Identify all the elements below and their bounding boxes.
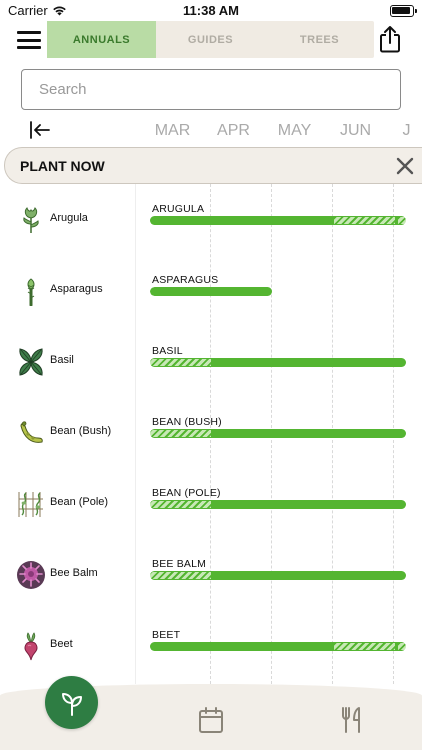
planting-bar: [150, 429, 406, 438]
plant-now-label: PLANT NOW: [20, 158, 105, 174]
plant-row-bean-bush[interactable]: Bean (Bush) BEAN (BUSH): [0, 397, 422, 468]
plant-name: Asparagus: [50, 283, 103, 295]
plant-name: Bean (Pole): [50, 496, 109, 508]
bar-segment-solid: [211, 571, 406, 580]
bee-balm-icon: [17, 561, 45, 589]
bar-segment-hatched: [398, 216, 406, 225]
bar-label: BEAN (POLE): [152, 487, 221, 499]
status-time: 11:38 AM: [183, 3, 239, 18]
plant-row-bee-balm[interactable]: Bee Balm BEE BALM: [0, 539, 422, 610]
bar-segment-hatched: [334, 642, 395, 651]
tab-trees[interactable]: TREES: [265, 21, 374, 58]
seedling-icon: [61, 692, 82, 716]
collapse-left-icon[interactable]: [29, 120, 51, 140]
fork-knife-icon[interactable]: [339, 706, 365, 734]
battery-icon: [390, 5, 417, 17]
tab-annuals[interactable]: ANNUALS: [47, 21, 156, 58]
planting-bar: [150, 571, 406, 580]
month-label: J: [402, 122, 411, 139]
month-header: MAR APR MAY JUN J: [136, 120, 422, 142]
plant-row-arugula[interactable]: Arugula ARUGULA: [0, 184, 422, 255]
bar-label: BASIL: [152, 345, 183, 357]
tab-guides[interactable]: GUIDES: [156, 21, 265, 58]
plant-row-asparagus[interactable]: Asparagus ASPARAGUS: [0, 255, 422, 326]
planting-bar: [150, 358, 406, 367]
bar-segment-solid: [150, 287, 272, 296]
bar-segment-solid: [211, 358, 406, 367]
bar-label: BEAN (BUSH): [152, 416, 222, 428]
search-input[interactable]: [21, 69, 401, 110]
month-label: MAY: [277, 122, 312, 139]
plant-name: Bean (Bush): [50, 425, 112, 437]
beet-icon: [24, 632, 38, 661]
plant-row-bean-pole[interactable]: Bean (Pole) BEAN (POLE): [0, 468, 422, 539]
status-bar: Carrier 11:38 AM: [0, 0, 422, 22]
close-icon[interactable]: [396, 157, 414, 175]
month-label: APR: [217, 122, 250, 139]
planting-bar: [150, 216, 406, 225]
plant-row-basil[interactable]: Basil BASIL: [0, 326, 422, 397]
bean-pole-icon: [18, 492, 43, 517]
hamburger-menu-icon[interactable]: [17, 29, 41, 51]
planting-bar: [150, 642, 406, 651]
bar-segment-solid: [150, 642, 334, 651]
bar-segment-solid: [211, 429, 406, 438]
category-tabs: ANNUALS GUIDES TREES: [47, 21, 374, 58]
bar-segment-solid: [150, 216, 334, 225]
basil-icon: [19, 348, 43, 376]
plant-row-beet[interactable]: Beet BEET: [0, 610, 422, 681]
plant-name: Basil: [50, 354, 74, 366]
bar-segment-hatched: [334, 216, 395, 225]
bar-segment-hatched: [150, 571, 211, 580]
bar-segment-hatched: [150, 500, 211, 509]
bar-label: BEE BALM: [152, 558, 207, 570]
month-label: MAR: [154, 122, 191, 139]
bar-segment-hatched: [398, 642, 406, 651]
bar-segment-solid: [211, 500, 406, 509]
calendar-icon[interactable]: [198, 706, 224, 734]
plant-list: Arugula ARUGULA Asparagus ASPARAGUS Basi…: [0, 184, 422, 684]
plant-name: Bee Balm: [50, 567, 98, 579]
share-icon[interactable]: [378, 25, 402, 53]
bar-label: ASPARAGUS: [152, 274, 219, 286]
bar-segment-hatched: [150, 429, 211, 438]
plant-now-filter: PLANT NOW: [4, 147, 422, 184]
bar-label: BEET: [152, 629, 181, 641]
bar-label: ARUGULA: [152, 203, 205, 215]
planting-bar: [150, 287, 406, 296]
plants-fab[interactable]: [45, 676, 98, 729]
planting-bar: [150, 500, 406, 509]
bar-segment-hatched: [150, 358, 211, 367]
plant-name: Beet: [50, 638, 73, 650]
plant-name: Arugula: [50, 212, 88, 224]
asparagus-icon: [27, 278, 35, 306]
arugula-icon: [23, 207, 39, 233]
bean-bush-icon: [20, 421, 43, 443]
